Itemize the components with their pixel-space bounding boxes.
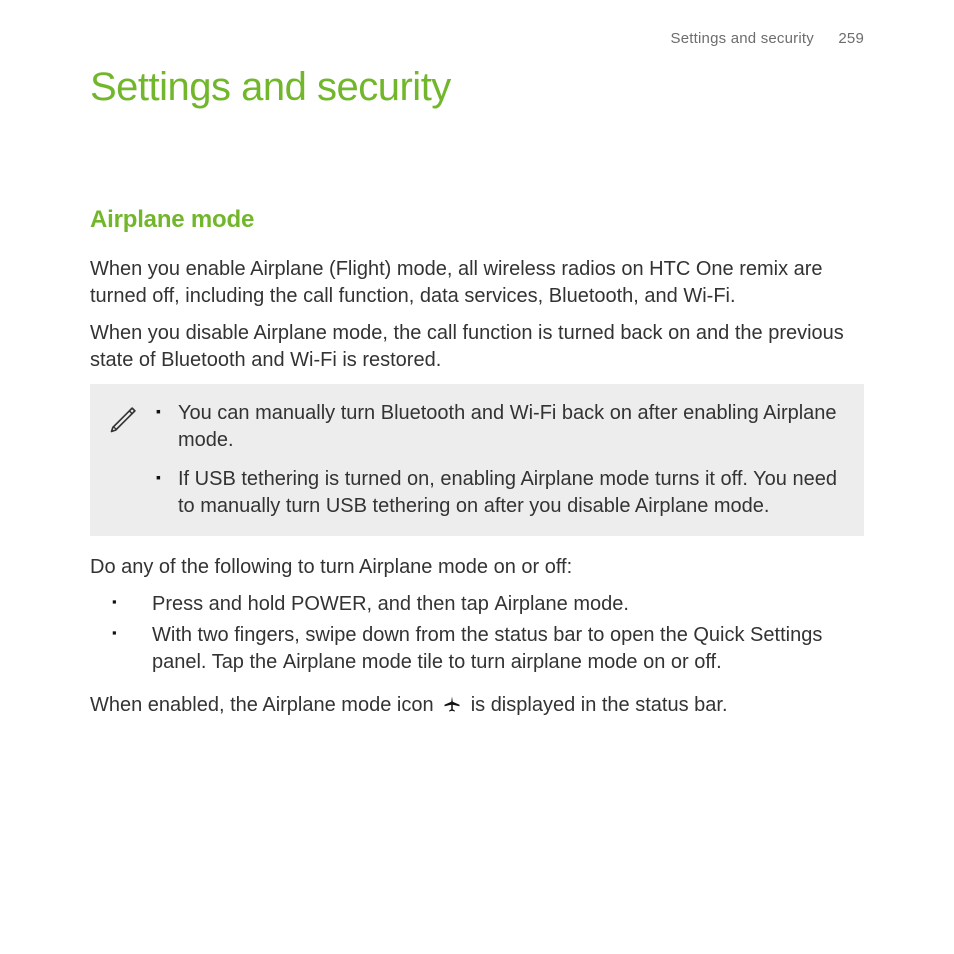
running-header: Settings and security 259 (90, 30, 864, 47)
para4-pre: When enabled, the Airplane mode icon (90, 694, 439, 716)
note-item: If USB tethering is turned on, enabling … (178, 466, 844, 520)
step-text-post: . (623, 593, 629, 615)
step-text-post: tile to turn airplane mode on or off. (412, 651, 722, 673)
page-title: Settings and security (90, 65, 864, 110)
steps-list: Press and hold POWER, and then tap Airpl… (90, 591, 864, 676)
step-item: Press and hold POWER, and then tap Airpl… (152, 591, 864, 618)
paragraph-1: When you enable Airplane (Flight) mode, … (90, 256, 864, 310)
step-item: With two fingers, swipe down from the st… (152, 622, 864, 676)
page: Settings and security 259 Settings and s… (0, 0, 954, 771)
note-item: You can manually turn Bluetooth and Wi-F… (178, 400, 844, 454)
pencil-icon (106, 400, 148, 437)
note-list: You can manually turn Bluetooth and Wi-F… (148, 400, 848, 520)
step-text-pre: Press and hold POWER, and then tap (152, 593, 494, 615)
section-heading: Airplane mode (90, 206, 864, 234)
step-text-bold: Airplane mode (283, 651, 412, 673)
chapter-name: Settings and security (671, 30, 814, 47)
paragraph-4: When enabled, the Airplane mode icon is … (90, 692, 864, 721)
page-number: 259 (838, 30, 864, 47)
note-box: You can manually turn Bluetooth and Wi-F… (90, 384, 864, 536)
paragraph-2: When you disable Airplane mode, the call… (90, 320, 864, 374)
step-text-bold: Airplane mode (494, 593, 623, 615)
paragraph-3: Do any of the following to turn Airplane… (90, 554, 864, 581)
para4-post: is displayed in the status bar. (471, 694, 728, 716)
airplane-icon (443, 694, 461, 721)
